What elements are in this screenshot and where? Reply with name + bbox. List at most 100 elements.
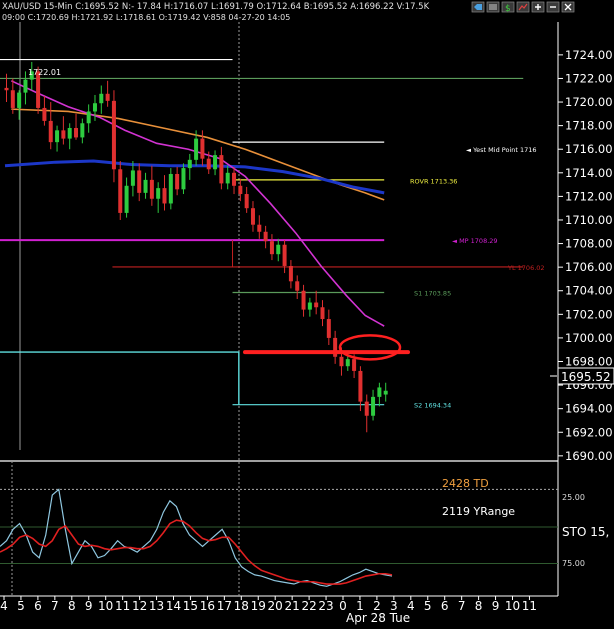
svg-text:$: $	[505, 4, 511, 14]
time-tick-label: 12	[132, 599, 147, 613]
dollar-icon[interactable]: $	[501, 1, 515, 14]
price-tick-label: 1720.00	[565, 95, 613, 109]
candle-body	[206, 158, 211, 170]
candle-body	[86, 111, 91, 124]
level-label-2: ◄ MP 1708.29	[452, 237, 498, 245]
candle-body	[238, 185, 243, 195]
time-tick-label: 8	[68, 599, 76, 613]
chart-icon[interactable]	[516, 1, 530, 13]
candle-body	[377, 387, 382, 397]
level-label-1: ROVR 1713.36	[410, 177, 457, 185]
level-label-5: S2 1694.34	[414, 402, 451, 410]
time-tick-label: 5	[17, 599, 25, 613]
tag-icon[interactable]	[471, 1, 485, 13]
time-tick-label: 7	[458, 599, 466, 613]
candle-body	[4, 87, 9, 91]
plus-icon[interactable]	[531, 1, 545, 13]
candle-body	[326, 319, 331, 338]
candle-body	[301, 290, 306, 310]
candle	[118, 161, 123, 220]
candle-body	[55, 130, 60, 143]
stochastic-name: STO 15,	[562, 525, 609, 539]
candle-body	[23, 79, 28, 93]
candle-body	[383, 390, 388, 395]
current-price-label: 1695.52	[561, 370, 611, 384]
candle-body	[130, 170, 135, 186]
candle-body	[314, 302, 319, 308]
candle-body	[358, 370, 363, 402]
candle-body	[194, 138, 199, 160]
candle-body	[92, 103, 97, 112]
price-tick-label: 1700.00	[565, 331, 613, 345]
candle-body	[244, 194, 249, 209]
grid-icon[interactable]	[486, 1, 500, 13]
candle-body	[156, 188, 161, 199]
candle-body	[200, 138, 205, 159]
time-tick-label: 6	[34, 599, 42, 613]
candle-body	[339, 356, 344, 367]
time-tick-label: 18	[234, 599, 249, 613]
osc-tick-25: 25.00	[562, 493, 585, 502]
time-tick-label: 10	[98, 599, 113, 613]
candle-body	[288, 265, 293, 282]
candle-body	[276, 244, 281, 255]
price-tick-label: 1690.00	[565, 449, 613, 463]
candle-body	[364, 401, 369, 416]
candle-body	[307, 302, 312, 310]
price-tick-label: 1716.00	[565, 142, 613, 156]
candle-body	[17, 92, 22, 108]
candle-body	[149, 179, 154, 199]
time-tick-label: 14	[166, 599, 181, 613]
time-tick-label: 11	[115, 599, 130, 613]
chart-canvas: XAU/USD 15-Min C:1695.52 N:- 17.84 H:171…	[0, 0, 614, 625]
candle-body	[48, 120, 53, 143]
time-tick-label: 5	[424, 599, 432, 613]
price-tick-label: 1710.00	[565, 213, 613, 227]
td-label: 2428 TD	[442, 477, 489, 490]
price-tick-label: 1704.00	[565, 284, 613, 298]
osc-tick-75: 75.00	[562, 559, 585, 568]
time-tick-label: 17	[217, 599, 232, 613]
close-icon[interactable]	[561, 1, 575, 13]
candle-body	[219, 155, 224, 184]
current-price-marker: 1695.52	[550, 367, 614, 385]
time-tick-label: 22	[301, 599, 316, 613]
candle-body	[232, 172, 237, 186]
time-tick-label: 15	[183, 599, 198, 613]
price-tick-label: 1724.00	[565, 48, 613, 62]
header-bar-row: 09:00 C:1720.69 H:1721.92 L:1718.61 O:17…	[2, 13, 290, 22]
price-tick-label: 1702.00	[565, 307, 613, 321]
candle-body	[371, 396, 376, 416]
time-tick-label: 21	[285, 599, 300, 613]
price-tick-label: 1698.00	[565, 355, 613, 369]
time-tick-label: 9	[492, 599, 500, 613]
candle	[111, 90, 116, 183]
candle-body	[257, 224, 262, 232]
candle-body	[168, 173, 173, 204]
minus-icon[interactable]	[546, 1, 560, 13]
time-tick-label: 4	[0, 599, 8, 613]
candle-body	[187, 159, 192, 169]
candle	[168, 168, 173, 210]
price-tick-label: 1712.00	[565, 189, 613, 203]
candle-body	[67, 127, 72, 139]
level-label-4: S1 1703.85	[414, 290, 451, 298]
yrange-label: 2119 YRange	[442, 505, 515, 518]
candle-body	[105, 93, 110, 101]
time-tick-label: 7	[51, 599, 59, 613]
candle-body	[250, 208, 255, 225]
candle-body	[10, 90, 15, 108]
toolbar: $	[471, 1, 575, 14]
level-label-3: YL 1706.02	[507, 264, 545, 272]
time-tick-label: 16	[200, 599, 215, 613]
price-tick-label: 1706.00	[565, 260, 613, 274]
chart-background	[0, 0, 614, 625]
candle-body	[42, 107, 47, 121]
time-tick-label: 9	[85, 599, 93, 613]
time-tick-label: 11	[522, 599, 537, 613]
candle-body	[143, 179, 148, 193]
candle-body	[345, 359, 350, 367]
candle-body	[263, 231, 268, 242]
time-tick-label: 23	[318, 599, 333, 613]
time-tick-label: 20	[268, 599, 283, 613]
